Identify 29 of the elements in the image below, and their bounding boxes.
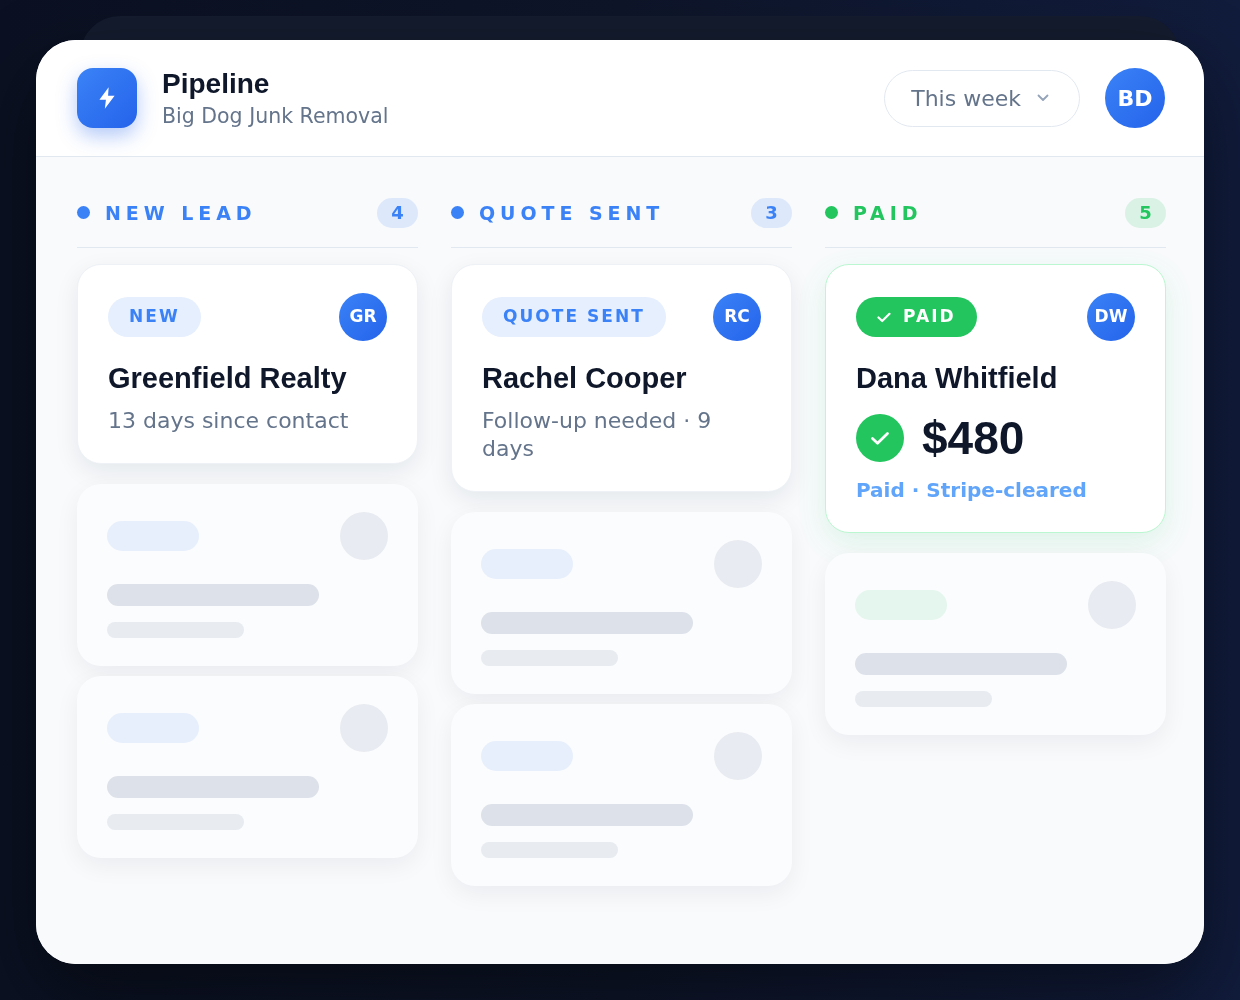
lead-card[interactable]: QUOTE SENT RC Rachel Cooper Follow-up needed · 9 days (451, 264, 792, 492)
contact-name: Dana Whitfield (856, 361, 1059, 395)
contact-avatar: RC (713, 293, 761, 341)
amount-text: $480 (922, 414, 1025, 462)
contact-name: Greenfield Realty (108, 361, 348, 395)
column-title: NEW LEAD (105, 200, 257, 226)
count-badge: 3 (751, 197, 792, 228)
count-badge: 4 (377, 197, 418, 228)
paid-card[interactable]: PAID DW Dana Whitfield $480 Paid · Stripe-cleared (825, 264, 1166, 533)
status-badge: QUOTE SENT (482, 297, 666, 337)
count-badge: 5 (1125, 197, 1166, 228)
company-name: Big Dog Junk Removal (162, 102, 389, 129)
contact-name: Rachel Cooper (482, 361, 688, 395)
check-icon (877, 311, 891, 323)
status-badge: NEW (108, 297, 201, 337)
contact-avatar: GR (339, 293, 387, 341)
app-title: Pipeline (162, 67, 271, 100)
lightning-icon (77, 68, 137, 128)
contact-detail: Follow-up needed · 9 days (482, 407, 713, 463)
column-title: PAID (853, 200, 923, 226)
contact-detail: Paid · Stripe-cleared (856, 477, 1088, 504)
contact-avatar: DW (1087, 293, 1135, 341)
lead-card[interactable]: NEW GR Greenfield Realty 13 days since contact (77, 264, 418, 464)
badge-label: PAID (903, 305, 956, 329)
column-title: QUOTE SENT (479, 200, 665, 226)
chevron-down-icon (1037, 94, 1049, 102)
contact-detail: 13 days since contact (108, 407, 350, 435)
user-avatar[interactable]: BD (1105, 68, 1165, 128)
period-dropdown[interactable]: This week (884, 69, 1080, 127)
